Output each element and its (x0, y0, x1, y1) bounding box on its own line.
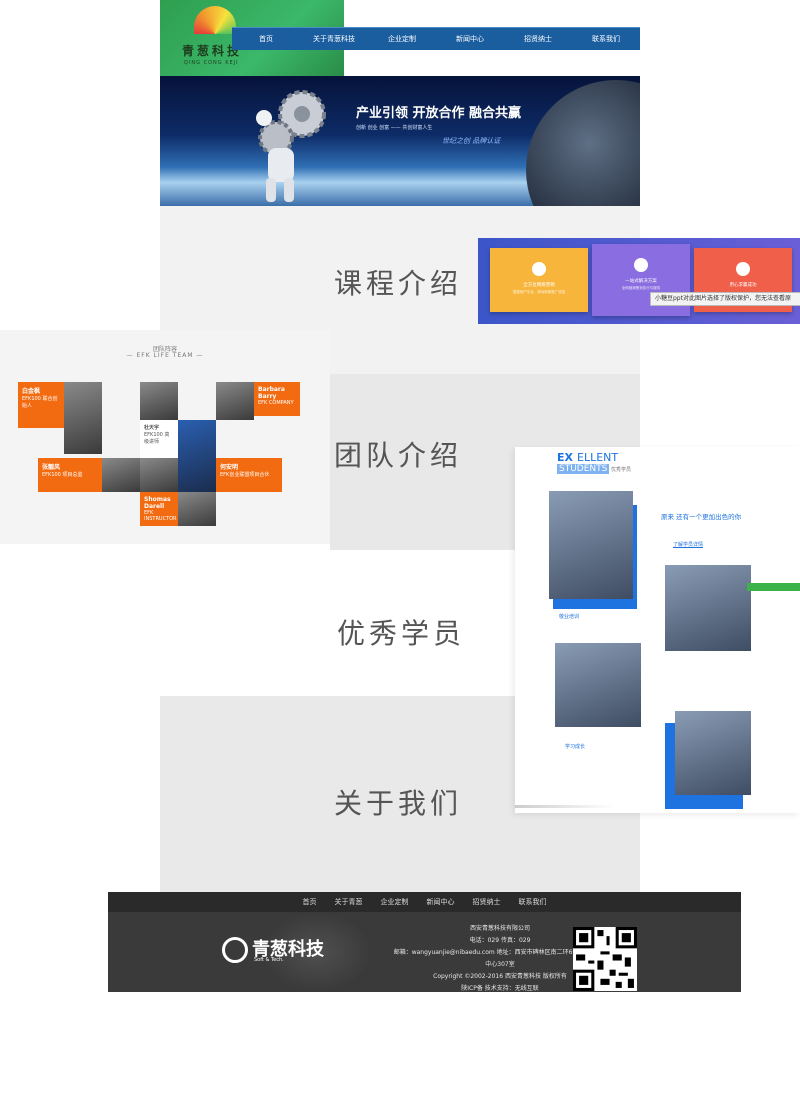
team-title: 团队介绍 (334, 439, 463, 472)
student-photo (675, 711, 751, 795)
students-detail-link[interactable]: 了解学员详情 (673, 541, 703, 548)
hero-banner: 产业引领 开放合作 融合共赢 创新 创业 创富 —— 共创财富人生 世纪之创 品… (160, 76, 640, 206)
banner-subslogan: 创新 创业 创富 —— 共创财富人生 (356, 125, 433, 131)
footer-logo-sub: Soft & Tech. (254, 957, 284, 963)
footer-nav-home[interactable]: 首页 (303, 892, 317, 912)
students-headline: 原来 还有一个更加出色的你 (661, 513, 742, 521)
member-photo (140, 458, 178, 492)
member-desc: EFK100 联合创始人 (22, 396, 58, 409)
member-name: 张靓风 (42, 464, 61, 471)
team-member-card[interactable]: Shomas Darell EFK INSTRUCTOR (140, 492, 178, 526)
member-desc: EFK INSTRUCTOR (144, 510, 177, 522)
about-title: 关于我们 (334, 787, 463, 820)
banner-tagline: 世纪之创 品牌认证 (442, 137, 501, 145)
team-member-card[interactable]: 杜天宇 EFK100 高级讲师 (140, 420, 178, 458)
students-title: 优秀学员 (337, 617, 466, 650)
logo-pinyin: QING CONG KEJI (184, 60, 239, 66)
service-card-marketing[interactable]: 全方位网络营销 搭建用户平台，带动商家推广信息 (490, 248, 588, 312)
member-photo (140, 382, 178, 420)
student-photo (555, 643, 641, 727)
service-card-title: 一站式解决方案 (625, 279, 657, 284)
nav-home[interactable]: 首页 (232, 28, 300, 50)
robot-gears-illustration (256, 90, 326, 202)
footer-nav-enterprise[interactable]: 企业定制 (381, 892, 409, 912)
banner-slogan: 产业引领 开放合作 融合共赢 (356, 106, 522, 121)
member-name: 白金枫 (22, 388, 41, 395)
team-panel: 团队阵容 — EFK LIFE TEAM — 白金枫 EFK100 联合创始人 … (0, 330, 330, 544)
students-brand-students: STUDENTS (557, 464, 610, 474)
green-accent-tag (747, 583, 800, 591)
copyright-tooltip: 小糖豆ppt对此图片选择了版权保护，您无法查看原 (650, 292, 800, 306)
students-brand-ex: EX (557, 451, 573, 464)
member-desc: EFK COMPANY (258, 400, 294, 406)
students-brand-ellent: ELLENT (577, 451, 619, 464)
nav-enterprise[interactable]: 企业定制 (368, 28, 436, 50)
service-card-sub: 全网营销策划执行与服务 (621, 286, 661, 290)
team-member-card[interactable]: 何安明 EFK创业联盟项目合伙 (216, 458, 282, 492)
footer-nav: 首页 关于青葱 企业定制 新闻中心 招贤纳士 联系我们 (108, 892, 741, 912)
footer-nav-contact[interactable]: 联系我们 (519, 892, 547, 912)
member-photo (178, 492, 216, 526)
student-photo (549, 491, 633, 599)
service-card-title: 用心求赢成功 (729, 283, 757, 288)
nav-contact[interactable]: 联系我们 (572, 28, 640, 50)
rocket-icon (736, 262, 750, 276)
students-brand-cn: 优秀学员 (611, 467, 632, 473)
member-photo (102, 458, 140, 492)
footer-nav-about[interactable]: 关于青葱 (335, 892, 363, 912)
courses-title: 课程介绍 (334, 267, 463, 300)
member-photo (178, 420, 216, 492)
team-member-card[interactable]: 白金枫 EFK100 联合创始人 (18, 382, 64, 428)
member-name: 何安明 (220, 464, 239, 471)
planet-illustration (526, 80, 640, 206)
member-name: Barbara Barry (258, 386, 285, 400)
member-photo (64, 382, 102, 454)
nav-jobs[interactable]: 招贤纳士 (504, 28, 572, 50)
member-name: 杜天宇 (144, 425, 160, 431)
main-nav: 首页 关于青葱科技 企业定制 新闻中心 招贤纳士 联系我们 (232, 27, 640, 50)
rainbow-logo-icon (194, 6, 236, 34)
member-desc: EFK100 项目总监 (42, 472, 83, 478)
laptop-edge-decoration (515, 805, 615, 808)
nav-about[interactable]: 关于青葱科技 (300, 28, 368, 50)
member-photo (216, 382, 254, 420)
team-heading: — EFK LIFE TEAM — (126, 352, 204, 359)
qr-code-icon[interactable] (573, 927, 637, 991)
footer-logo-icon (222, 937, 248, 963)
team-member-card[interactable]: 张靓风 EFK100 项目总监 (38, 458, 102, 492)
student-link[interactable]: 敬业培训 (559, 613, 579, 620)
shield-icon (634, 258, 648, 272)
footer-nav-jobs[interactable]: 招贤纳士 (473, 892, 501, 912)
diamond-icon (532, 262, 546, 276)
nav-news[interactable]: 新闻中心 (436, 28, 504, 50)
service-card-title: 全方位网络营销 (523, 283, 555, 288)
services-panel: 全方位网络营销 搭建用户平台，带动商家推广信息 一站式解决方案 全网营销策划执行… (478, 238, 800, 324)
member-desc: EFK创业联盟项目合伙 (220, 472, 270, 478)
footer-nav-news[interactable]: 新闻中心 (427, 892, 455, 912)
students-panel: EX ELLENT STUDENTS 优秀学员 敬业培训 原来 还有一个更加出色… (515, 447, 800, 813)
member-name: Shomas Darell (144, 496, 171, 510)
team-member-card[interactable]: Barbara Barry EFK COMPANY (254, 382, 300, 416)
student-link[interactable]: 学习成长 (565, 743, 585, 750)
student-photo (665, 565, 751, 651)
service-card-sub: 搭建用户平台，带动商家推广信息 (512, 290, 566, 294)
member-desc: EFK100 高级讲师 (144, 432, 170, 445)
